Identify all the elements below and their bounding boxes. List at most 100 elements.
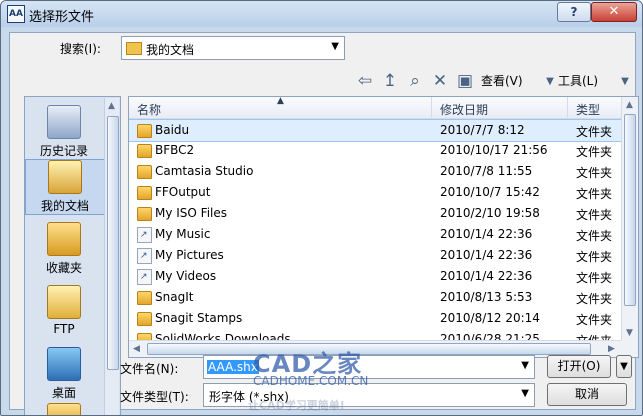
view-menu[interactable]: 查看(V): [481, 72, 523, 89]
file-name: FFOutput: [155, 185, 211, 199]
scroll-down-icon[interactable]: ▼: [626, 328, 633, 338]
place-history-label: 历史记录: [39, 144, 88, 158]
location-value: 我的文档: [146, 43, 195, 57]
watermark-slogan: 让CAD学习更简单!: [248, 399, 345, 412]
file-name: BFBC2: [155, 143, 195, 157]
places-scrollbar[interactable]: ▲ ▼: [104, 98, 119, 415]
open-button[interactable]: 打开(O): [547, 355, 611, 378]
folder-icon: [47, 403, 81, 415]
new-folder-icon[interactable]: ▣: [455, 71, 475, 91]
file-type: 文件夹: [576, 166, 613, 180]
file-name: SnagIt: [155, 290, 194, 304]
window-title: 选择形文件: [29, 10, 95, 25]
file-type: 文件夹: [576, 125, 613, 139]
location-combo[interactable]: 我的文档 ▼: [121, 36, 345, 60]
file-date: 2010/10/17 21:56: [440, 143, 548, 157]
file-name: Baidu: [155, 123, 190, 137]
file-type: 文件夹: [576, 208, 613, 222]
file-row[interactable]: FFOutput 2010/10/7 15:42 文件夹: [129, 182, 621, 203]
folder-icon: [137, 312, 152, 326]
favorites-icon: [47, 222, 81, 256]
folder-icon: [126, 42, 142, 55]
file-name: My Videos: [155, 269, 217, 283]
place-desktop[interactable]: 桌面: [25, 347, 103, 401]
file-type: 文件夹: [576, 145, 613, 159]
file-name: Camtasia Studio: [155, 164, 254, 178]
search-web-icon[interactable]: ⌕: [405, 71, 425, 91]
ftp-icon: [47, 285, 81, 319]
shortcut-folder-icon: ↗: [137, 248, 152, 264]
chevron-down-icon[interactable]: ▼: [521, 388, 529, 399]
file-date: 2010/2/10 19:58: [440, 206, 540, 220]
app-icon: AA: [7, 5, 25, 23]
up-folder-icon[interactable]: ↥: [380, 71, 400, 91]
view-dropdown-icon[interactable]: ▼: [540, 72, 560, 92]
title-bar[interactable]: AA 选择形文件 ? ✕: [1, 1, 642, 27]
scroll-up-icon[interactable]: ▲: [108, 101, 115, 111]
file-date: 2010/7/8 11:55: [440, 164, 533, 178]
place-desktop-label: 桌面: [51, 386, 76, 400]
place-history[interactable]: 历史记录: [25, 105, 103, 159]
file-row[interactable]: My ISO Files 2010/2/10 19:58 文件夹: [129, 203, 621, 224]
chevron-down-icon[interactable]: ▼: [331, 41, 339, 52]
scroll-left-icon[interactable]: ◀: [133, 344, 140, 354]
file-row[interactable]: Camtasia Studio 2010/7/8 11:55 文件夹: [129, 161, 621, 182]
file-date: 2010/7/7 8:12: [440, 123, 525, 137]
file-name: My Music: [155, 227, 211, 241]
open-dropdown-button[interactable]: ▼: [616, 355, 632, 378]
file-list-vertical-scrollbar[interactable]: ▲ ▼: [621, 97, 638, 340]
sort-up-icon: ▲: [277, 96, 284, 106]
file-date: 2010/1/4 22:36: [440, 227, 533, 241]
chevron-down-icon[interactable]: ▼: [521, 360, 529, 371]
file-list[interactable]: 名称 ▲ 修改日期 类型 Baidu 2010/7/7 8:12 文件夹 BFBC2…: [128, 96, 639, 358]
tools-dropdown-icon[interactable]: ▼: [615, 72, 635, 92]
place-documents-label: 我的文档: [40, 199, 89, 213]
shortcut-folder-icon: ↗: [137, 227, 152, 243]
file-list-hscroll-thumb[interactable]: [147, 343, 591, 355]
search-label: 搜索(I):: [60, 42, 101, 56]
close-button[interactable]: ✕: [591, 2, 637, 22]
places-scroll-thumb[interactable]: [107, 116, 119, 370]
tools-menu[interactable]: 工具(L): [558, 72, 598, 89]
file-type: 文件夹: [576, 313, 613, 327]
file-type: 文件夹: [576, 187, 613, 201]
file-row[interactable]: Baidu 2010/7/7 8:12 文件夹: [129, 119, 621, 142]
file-row[interactable]: Snagit Stamps 2010/8/12 20:14 文件夹: [129, 308, 621, 329]
back-icon[interactable]: ⇦: [355, 71, 375, 91]
scroll-up-icon[interactable]: ▲: [626, 100, 633, 110]
place-more[interactable]: [25, 403, 103, 415]
file-name: Snagit Stamps: [155, 311, 243, 325]
place-ftp-label: FTP: [53, 322, 75, 336]
file-type: 文件夹: [576, 271, 613, 285]
place-favorites-label: 收藏夹: [45, 261, 82, 275]
delete-icon[interactable]: ✕: [430, 71, 450, 91]
folder-icon: [137, 291, 152, 305]
file-row[interactable]: SnagIt 2010/8/13 5:53 文件夹: [129, 287, 621, 308]
cancel-button[interactable]: 取消: [547, 383, 627, 406]
places-bar: 历史记录 我的文档 收藏夹 FTP 桌面 ▲: [24, 96, 121, 415]
shortcut-folder-icon: ↗: [137, 269, 152, 285]
place-documents[interactable]: 我的文档: [25, 159, 105, 215]
file-list-scroll-thumb[interactable]: [624, 114, 636, 306]
file-date: 2010/1/4 22:36: [440, 269, 533, 283]
place-favorites[interactable]: 收藏夹: [25, 222, 103, 276]
file-date: 2010/8/13 5:53: [440, 290, 533, 304]
scroll-right-icon[interactable]: ▶: [608, 344, 615, 354]
file-name: My ISO Files: [155, 206, 228, 220]
column-date[interactable]: 修改日期: [440, 101, 488, 118]
file-name: My Pictures: [155, 248, 224, 262]
file-type: 文件夹: [576, 229, 613, 243]
filename-label: 文件名(N):: [120, 362, 179, 376]
folder-icon: [137, 207, 152, 221]
column-separator: [567, 97, 568, 118]
column-separator: [431, 97, 432, 118]
column-name[interactable]: 名称: [137, 101, 161, 118]
file-row[interactable]: ↗ My Music 2010/1/4 22:36 文件夹: [129, 224, 621, 245]
file-row[interactable]: BFBC2 2010/10/17 21:56 文件夹: [129, 140, 621, 161]
folder-icon: [137, 144, 152, 158]
file-row[interactable]: ↗ My Pictures 2010/1/4 22:36 文件夹: [129, 245, 621, 266]
place-ftp[interactable]: FTP: [25, 285, 103, 336]
column-type[interactable]: 类型: [576, 101, 600, 118]
help-button[interactable]: ?: [557, 2, 591, 22]
file-row[interactable]: ↗ My Videos 2010/1/4 22:36 文件夹: [129, 266, 621, 287]
